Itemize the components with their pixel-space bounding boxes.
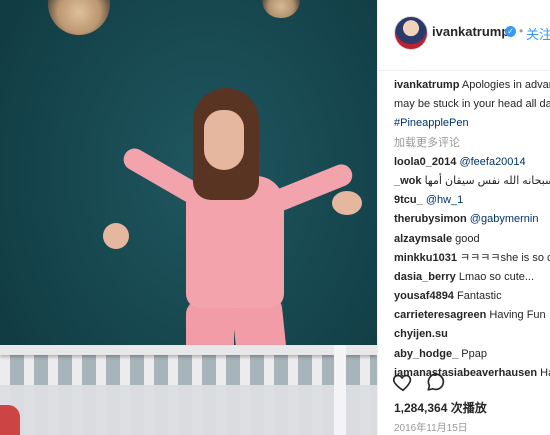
comment-text: Lmao so cute... [458,270,535,283]
caption-hashtag[interactable]: #PineapplePen [394,117,469,129]
comment-text: good [455,232,480,245]
comment-row: carrieteresagreen Having Fun [394,306,550,325]
comment-username[interactable]: alzaymsale [394,233,452,245]
post-date: 2016年11月15日 [394,423,468,434]
caption-text: Apologies in advance [461,79,550,91]
comment-row: yousaf4894 Fantastic [394,287,550,306]
comment-row: aby_hodge_ Ppap [394,345,550,364]
view-count: 1,284,364 次播放 [394,401,487,415]
heart-icon[interactable] [392,371,414,393]
comment-row: 9tcu_ @hw_1 [394,191,550,210]
girl-face [204,110,244,170]
avatar[interactable] [394,16,428,50]
follow-button[interactable]: 关注 [526,24,550,43]
comment-username[interactable]: chyijen.su [394,328,448,340]
girl-hand-left [103,223,129,249]
comment-username[interactable]: carrieteresagreen [394,309,486,321]
post-header: ivankatrump ✓ • 关注 [378,0,550,71]
comment-text: Fantastic [457,290,502,303]
comment-username[interactable]: _wok [394,175,422,187]
comment-row: loola0_2014 @feefa20014 [394,153,550,172]
comment-username[interactable]: minkku1031 [394,252,457,264]
comments-list: ivankatrump Apologies in advance may be … [394,76,550,383]
caption: ivankatrump Apologies in advance [394,76,550,95]
comment-text[interactable]: @feefa20014 [459,156,525,168]
comment-row: dasia_berry Lmao so cute... [394,268,550,287]
girl-hand-right [332,191,362,215]
crib-rail [0,345,377,355]
comment-text: ㅋㅋㅋㅋshe is so cute [460,251,550,264]
caption-line-2: may be stuck in your head all day [394,95,550,114]
caption-username[interactable]: ivankatrump [394,79,459,91]
comment-username[interactable]: dasia_berry [394,271,456,283]
caption-text-line2: may be stuck in your head all day [394,98,550,111]
caption-hashtag-row: #PineapplePen [394,114,550,133]
comment-text[interactable]: @hw_1 [426,194,463,206]
header-username[interactable]: ivankatrump [432,24,509,39]
comment-username[interactable]: yousaf4894 [394,290,454,302]
comment-username[interactable]: therubysimon [394,213,467,225]
load-more-row: 加载更多评论 [394,134,550,153]
comment-username[interactable]: loola0_2014 [394,156,456,168]
separator-dot: • [519,24,524,38]
crib-post [334,345,346,435]
comment-icon[interactable] [425,371,447,393]
comment-text: سبحانه الله نفس سيقان أمها [424,174,550,187]
comment-row: minkku1031 ㅋㅋㅋㅋshe is so cute [394,249,550,268]
comment-text: Having Fun [489,309,546,322]
comment-row: therubysimon @gabymernin [394,210,550,229]
comment-username[interactable]: aby_hodge_ [394,348,458,360]
comment-text: Ppap [461,347,487,360]
toy [0,405,20,435]
load-more-comments-link[interactable]: 加载更多评论 [394,137,460,149]
comment-row: _wok سبحانه الله نفس سيقان أمها [394,172,550,191]
post-video[interactable] [0,0,377,435]
comment-text[interactable]: @gabymernin [470,213,539,225]
post-sidebar: ivankatrump ✓ • 关注 ivankatrump Apologies… [377,0,550,435]
crib-bottom [0,385,377,435]
comment-row: chyijen.su [394,325,550,344]
action-bar [378,368,550,396]
verified-badge-icon: ✓ [505,26,516,37]
comment-username[interactable]: 9tcu_ [394,194,423,206]
comment-row: alzaymsale good [394,230,550,249]
